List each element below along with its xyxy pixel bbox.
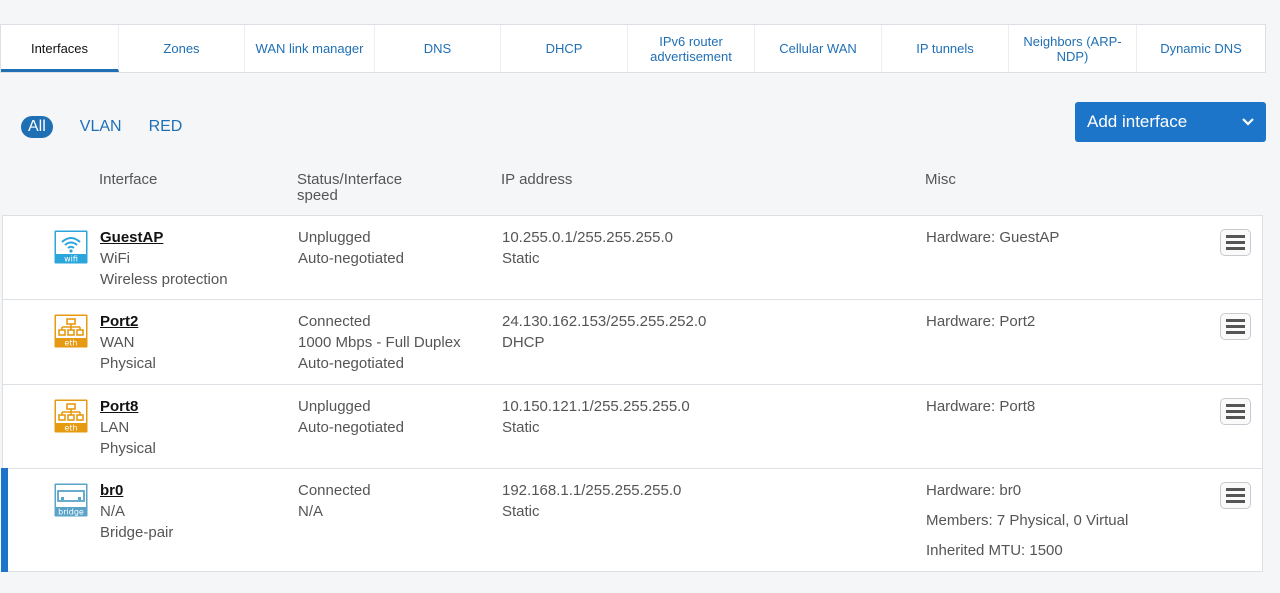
interface-type: N/A (100, 503, 126, 520)
hamburger-icon (1226, 325, 1245, 328)
speed-text: Auto-negotiated (298, 419, 404, 436)
ethernet-icon: eth (54, 399, 88, 433)
svg-text:eth: eth (64, 424, 77, 433)
wifi-icon: wifi (54, 230, 88, 264)
chevron-down-icon (1242, 118, 1254, 126)
row-menu-button[interactable] (1220, 229, 1251, 256)
filter-bar: All VLAN RED (21, 116, 209, 138)
hamburger-icon (1226, 416, 1245, 419)
row-menu-button[interactable] (1220, 313, 1251, 340)
tab-zones[interactable]: Zones (119, 25, 245, 72)
table-row[interactable]: eth Port2 WAN Physical Connected 1000 Mb… (3, 300, 1262, 385)
tab-cellular-wan[interactable]: Cellular WAN (755, 25, 882, 72)
svg-text:eth: eth (64, 339, 77, 348)
tab-interfaces[interactable]: Interfaces (1, 25, 119, 72)
hamburger-icon (1226, 319, 1245, 322)
tab-neighbors[interactable]: Neighbors (ARP-NDP) (1009, 25, 1137, 72)
hamburger-icon (1226, 331, 1245, 334)
hardware-text: Hardware: Port2 (926, 313, 1036, 330)
add-interface-button[interactable]: Add interface (1075, 102, 1266, 142)
interface-type: WiFi (100, 250, 130, 267)
ip-mode: Static (502, 250, 540, 267)
interface-name-link[interactable]: GuestAP (100, 227, 228, 248)
ip-mode: Static (502, 419, 540, 436)
column-interface[interactable]: Interface (99, 172, 157, 188)
speed-text: Auto-negotiated (298, 250, 404, 267)
hardware-text: Hardware: Port8 (926, 398, 1036, 415)
interface-name-link[interactable]: Port8 (100, 396, 156, 417)
status-text: Unplugged (298, 229, 371, 246)
tab-ip-tunnels[interactable]: IP tunnels (882, 25, 1009, 72)
ip-mode: DHCP (502, 334, 545, 351)
hardware-text: Hardware: br0 (926, 482, 1022, 499)
interface-subtype: Bridge-pair (100, 524, 174, 541)
table-row[interactable]: bridge br0 N/A Bridge-pair Connected N/A… (1, 468, 1262, 572)
mtu-text: Inherited MTU: 1500 (926, 542, 1063, 559)
tab-dynamic-dns[interactable]: Dynamic DNS (1137, 25, 1265, 72)
hamburger-icon (1226, 410, 1245, 413)
bridge-icon: bridge (54, 483, 88, 517)
tab-dns[interactable]: DNS (375, 25, 501, 72)
hardware-text: Hardware: GuestAP (926, 229, 1060, 246)
row-menu-button[interactable] (1220, 482, 1251, 509)
hamburger-icon (1226, 235, 1245, 238)
svg-text:bridge: bridge (58, 508, 84, 517)
interface-type: LAN (100, 419, 130, 436)
ip-address: 10.150.121.1/255.255.255.0 (502, 398, 690, 415)
tab-dhcp[interactable]: DHCP (501, 25, 628, 72)
hamburger-icon (1226, 404, 1245, 407)
ip-address: 24.130.162.153/255.255.252.0 (502, 313, 707, 330)
speed-text: 1000 Mbps - Full Duplex (298, 334, 461, 351)
interface-name-link[interactable]: Port2 (100, 311, 156, 332)
speed-negotiation-text: Auto-negotiated (298, 355, 404, 372)
interfaces-table: wifi GuestAP WiFi Wireless protection Un… (1, 215, 1263, 572)
filter-vlan[interactable]: VLAN (80, 116, 122, 138)
column-status[interactable]: Status/Interface speed (297, 172, 437, 204)
ip-address: 192.168.1.1/255.255.255.0 (502, 482, 682, 499)
tab-wan-link-manager[interactable]: WAN link manager (245, 25, 375, 72)
table-row[interactable]: wifi GuestAP WiFi Wireless protection Un… (3, 216, 1262, 300)
hamburger-icon (1226, 488, 1245, 491)
column-misc[interactable]: Misc (925, 172, 956, 188)
interface-subtype: Wireless protection (100, 271, 228, 288)
status-text: Connected (298, 482, 371, 499)
tab-ipv6-router-advertisement[interactable]: IPv6 router advertisement (628, 25, 755, 72)
status-text: Unplugged (298, 398, 371, 415)
table-header: Interface Status/Interface speed IP addr… (0, 172, 1266, 212)
ip-mode: Static (502, 503, 540, 520)
interface-subtype: Physical (100, 355, 156, 372)
hamburger-icon (1226, 494, 1245, 497)
column-ip-address[interactable]: IP address (501, 172, 572, 188)
interface-name-link[interactable]: br0 (100, 480, 173, 501)
table-row[interactable]: eth Port8 LAN Physical Unplugged Auto-ne… (3, 385, 1262, 469)
svg-text:wifi: wifi (64, 255, 78, 264)
ethernet-icon: eth (54, 314, 88, 348)
row-menu-button[interactable] (1220, 398, 1251, 425)
interface-type: WAN (100, 334, 135, 351)
speed-text: N/A (298, 503, 324, 520)
status-text: Connected (298, 313, 371, 330)
add-interface-label: Add interface (1087, 112, 1188, 131)
hamburger-icon (1226, 500, 1245, 503)
filter-all[interactable]: All (21, 116, 53, 138)
tab-bar: Interfaces Zones WAN link manager DNS DH… (0, 24, 1266, 73)
interface-subtype: Physical (100, 440, 156, 457)
members-text: Members: 7 Physical, 0 Virtual (926, 512, 1129, 529)
ip-address: 10.255.0.1/255.255.255.0 (502, 229, 673, 246)
filter-red[interactable]: RED (149, 116, 183, 138)
hamburger-icon (1226, 241, 1245, 244)
hamburger-icon (1226, 247, 1245, 250)
